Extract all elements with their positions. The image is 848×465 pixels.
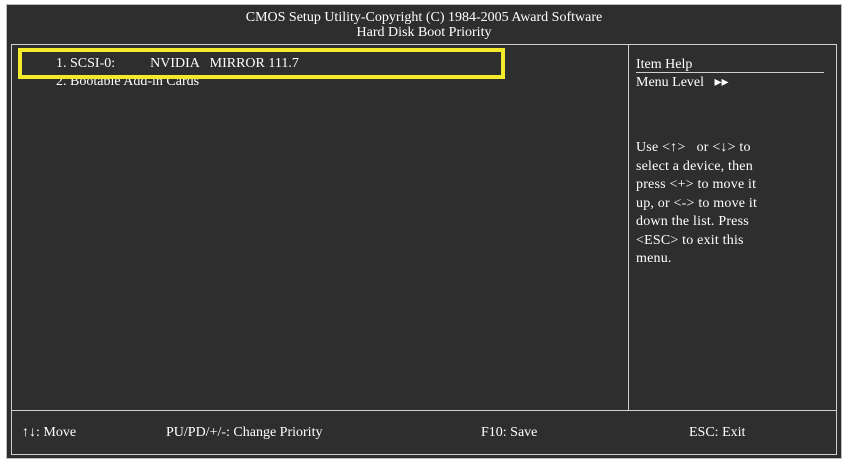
help-line-3: press <+> to move it	[636, 177, 757, 192]
item-help-underline	[636, 72, 824, 73]
help-line-7: menu.	[636, 251, 672, 266]
menu-level: Menu Level ▸▸	[636, 75, 729, 90]
bios-frame: CMOS Setup Utility-Copyright (C) 1984-20…	[6, 4, 842, 459]
key-hint-save: F10: Save	[481, 425, 538, 440]
bios-screen: CMOS Setup Utility-Copyright (C) 1984-20…	[0, 0, 848, 465]
title-copyright: CMOS Setup Utility-Copyright (C) 1984-20…	[245, 10, 603, 25]
panel-divider	[628, 45, 629, 410]
boot-device-1[interactable]: 1. SCSI-0: NVIDIA MIRROR 111.7	[56, 56, 299, 74]
help-text: Use <↑> or <↓> to select a device, then …	[636, 139, 826, 269]
main-panel: 1. SCSI-0: NVIDIA MIRROR 111.7 2. Bootab…	[11, 44, 837, 411]
help-line-6: <ESC> to exit this	[636, 232, 744, 248]
help-line-4: up, or <-> to move it	[636, 195, 758, 211]
boot-device-2[interactable]: 2. Bootable Add-in Cards	[56, 78, 199, 92]
key-hint-exit: ESC: Exit	[689, 425, 746, 440]
page-title: CMOS Setup Utility-Copyright (C) 1984-20…	[7, 10, 841, 40]
item-help-title: Item Help	[636, 57, 693, 72]
help-line-5: down the list. Press	[636, 214, 749, 229]
title-screen-name: Hard Disk Boot Priority	[356, 25, 492, 40]
help-line-1: Use <↑> or <↓> to	[636, 140, 751, 155]
key-hint-change-priority: PU/PD/+/-: Change Priority	[166, 425, 323, 440]
key-hint-move: ↑↓: Move	[22, 425, 77, 440]
help-line-2: select a device, then	[636, 158, 753, 174]
key-help-bar: ↑↓: Move PU/PD/+/-: Change Priority F10:…	[11, 411, 837, 455]
